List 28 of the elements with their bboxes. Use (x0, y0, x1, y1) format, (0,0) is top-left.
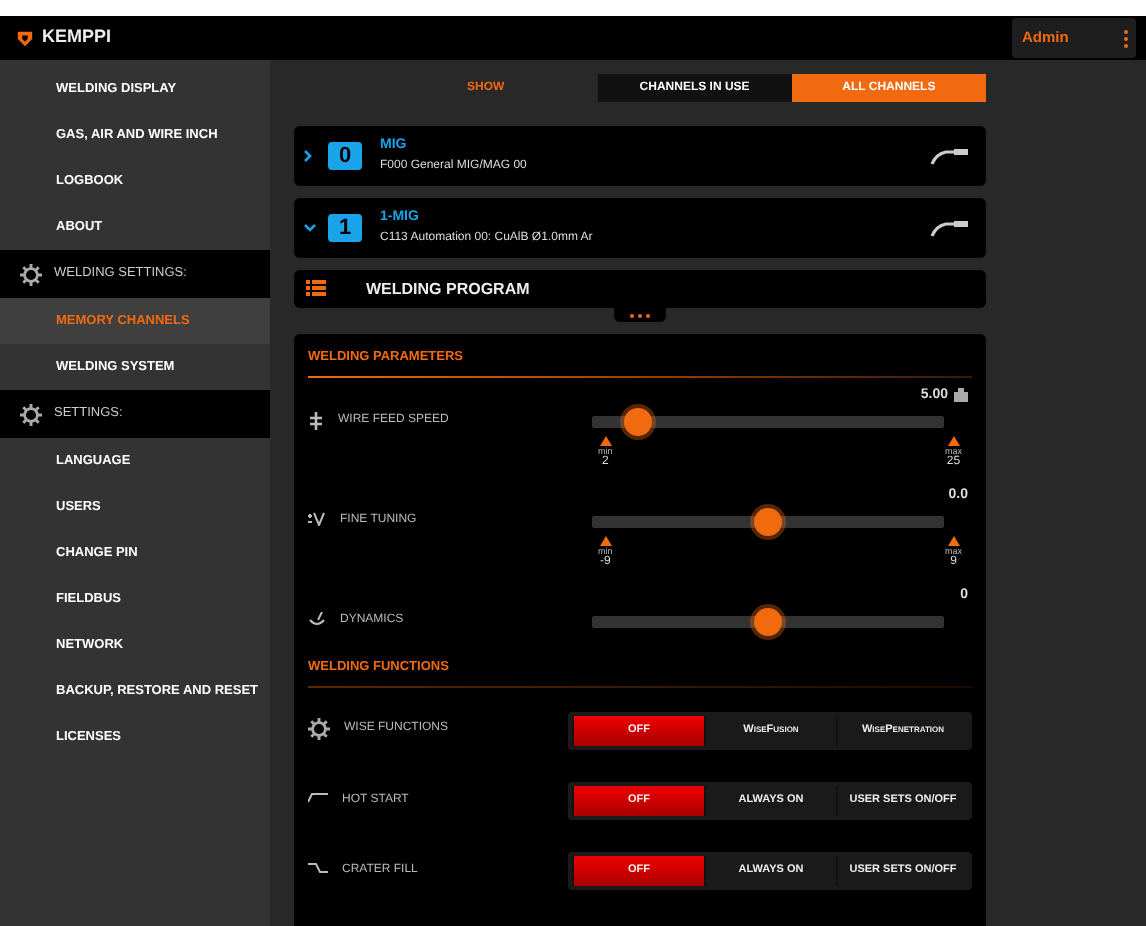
program-title: WELDING PROGRAM (366, 277, 530, 301)
list-icon (306, 280, 326, 297)
logo-text: KEMPPI (42, 24, 112, 51)
unit-icon (954, 387, 968, 402)
expand-tab[interactable] (614, 308, 666, 322)
hot-start-icon (308, 791, 328, 804)
slider-thumb[interactable] (754, 607, 782, 636)
gear-icon (20, 403, 42, 425)
limit-marker-icon (599, 535, 612, 546)
limit-marker-icon (947, 535, 960, 546)
gear-icon (308, 718, 330, 741)
chevron-down-icon[interactable] (304, 223, 316, 232)
welding-torch-icon (930, 217, 970, 238)
slider-thumb[interactable] (623, 407, 652, 436)
gear-icon (20, 263, 42, 285)
program-bar[interactable]: WELDING PROGRAM (294, 270, 986, 308)
slider-thumb[interactable] (754, 507, 782, 536)
limit-marker-icon (947, 435, 960, 446)
limit-marker-icon (599, 435, 612, 446)
welding-torch-icon (930, 145, 970, 166)
voltage-icon (308, 512, 326, 527)
channel-number: 1 (328, 214, 362, 242)
channel-number: 0 (328, 142, 362, 170)
wire-feed-icon (308, 411, 324, 430)
arc-icon (308, 612, 326, 627)
crater-fill-icon (308, 861, 328, 874)
logo-icon (16, 29, 34, 47)
chevron-right-icon[interactable] (304, 149, 312, 162)
